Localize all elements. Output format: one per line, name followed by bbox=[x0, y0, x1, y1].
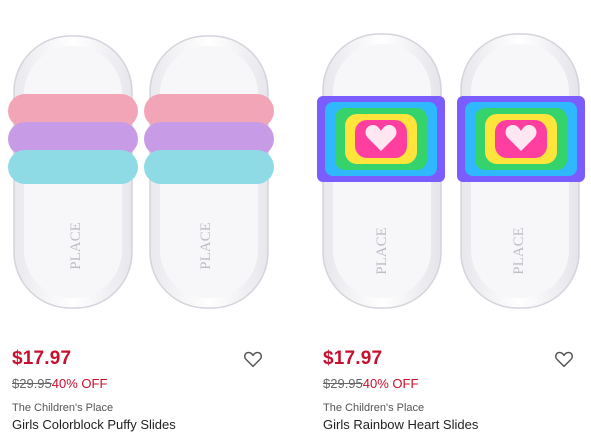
product-name-link[interactable]: Girls Rainbow Heart Slides bbox=[323, 417, 478, 432]
original-price: $29.95 bbox=[323, 376, 363, 391]
svg-text:PLACE: PLACE bbox=[374, 227, 390, 275]
brand-name: The Children's Place bbox=[12, 402, 114, 414]
product-image[interactable]: PLACE PLACE bbox=[0, 6, 285, 316]
discount-label: 40% OFF bbox=[51, 376, 108, 391]
discount-label: 40% OFF bbox=[362, 376, 419, 391]
product-image[interactable]: PLACE PLACE bbox=[311, 6, 591, 316]
original-price: $29.95 bbox=[12, 376, 52, 391]
heart-outline-icon[interactable] bbox=[243, 350, 263, 368]
colorblock-puffy-slides-image: PLACE PLACE bbox=[8, 35, 274, 309]
svg-text:PLACE: PLACE bbox=[68, 222, 84, 270]
product-name-link[interactable]: Girls Colorblock Puffy Slides bbox=[12, 417, 176, 432]
brand-name: The Children's Place bbox=[323, 402, 425, 414]
svg-text:PLACE: PLACE bbox=[511, 227, 527, 275]
product-card-rainbow-heart-slides[interactable]: PLACE PLACE $17.97 $29.9540% OFF The Chi… bbox=[311, 0, 591, 438]
rainbow-heart-slides-image: PLACE PLACE bbox=[317, 33, 585, 309]
heart-outline-icon[interactable] bbox=[554, 350, 574, 368]
product-card-puffy-slides[interactable]: PLACE PLACE $17.97 $29.9540% OFF The Chi… bbox=[0, 0, 285, 438]
price-details: $29.9540% OFF bbox=[12, 376, 107, 391]
sale-price: $17.97 bbox=[323, 348, 383, 369]
sale-price: $17.97 bbox=[12, 348, 72, 369]
price-details: $29.9540% OFF bbox=[323, 376, 418, 391]
svg-text:PLACE: PLACE bbox=[198, 222, 214, 270]
